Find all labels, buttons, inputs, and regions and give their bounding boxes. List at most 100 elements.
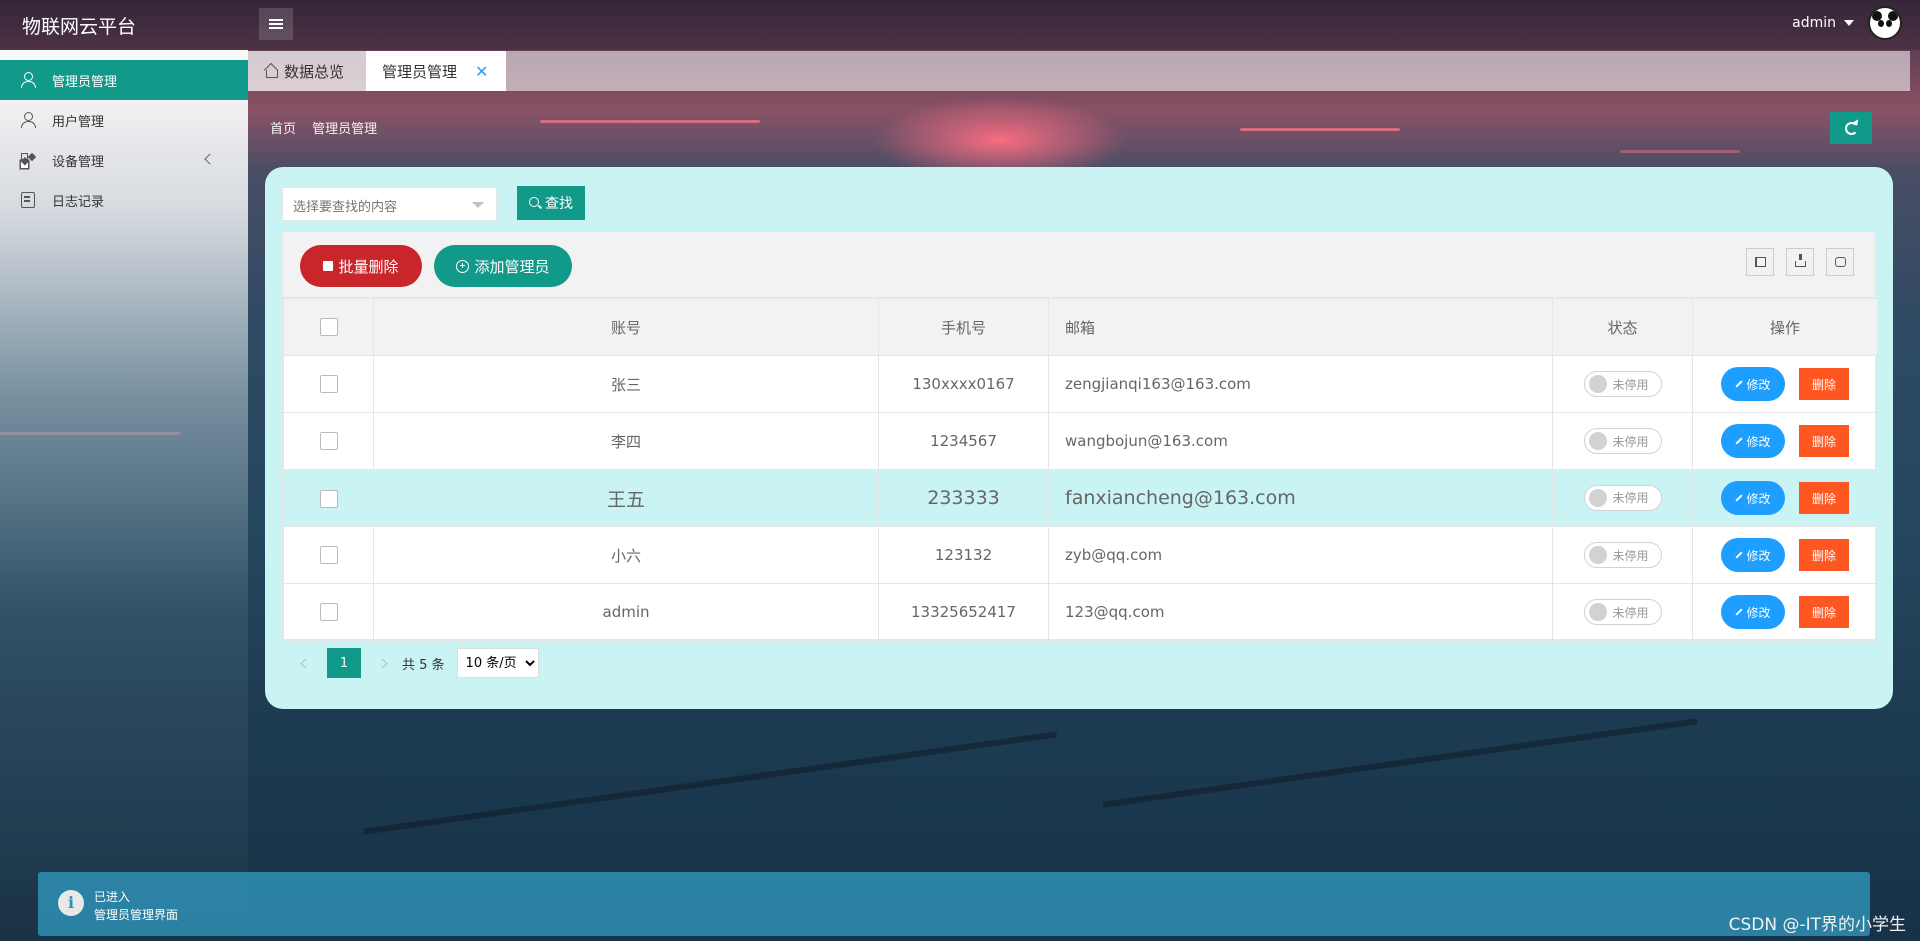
tab-bar: 数据总览 管理员管理 ✕ <box>248 51 1910 91</box>
toggle-knob <box>1588 603 1607 621</box>
status-toggle[interactable]: 未停用 <box>1583 599 1662 625</box>
row-checkbox[interactable] <box>319 603 338 622</box>
add-admin-button[interactable]: 添加管理员 <box>434 245 572 287</box>
caret-down-icon[interactable] <box>1844 20 1854 26</box>
edit-label: 修改 <box>1746 605 1771 620</box>
sidebar-item-label: 管理员管理 <box>52 74 118 90</box>
menu-toggle-button[interactable] <box>259 8 293 40</box>
page-size-select[interactable]: 10 条/页 <box>456 648 539 678</box>
edit-button[interactable]: 修改 <box>1721 538 1785 572</box>
username[interactable]: admin <box>1792 15 1836 31</box>
total-count: 共 5 条 <box>402 657 445 673</box>
avatar[interactable] <box>1868 6 1902 40</box>
table-row: 李四 1234567 wangbojun@163.com 未停用 修改 删除 <box>283 412 1878 470</box>
edit-button[interactable]: 修改 <box>1721 424 1785 458</box>
export-icon[interactable] <box>1786 248 1814 276</box>
pencil-icon <box>1735 551 1744 559</box>
account-cell: 李四 <box>373 412 879 470</box>
phone-cell: 130xxxx0167 <box>878 355 1049 413</box>
notification-toast: i 已进入 管理员管理界面 <box>38 872 1870 936</box>
chevron-left-icon[interactable] <box>204 153 216 165</box>
delete-button[interactable]: 删除 <box>1799 482 1849 514</box>
table-row: admin 13325652417 123@qq.com 未停用 修改 删除 <box>283 583 1878 641</box>
sidebar-item-label: 设备管理 <box>52 154 105 170</box>
status-toggle[interactable]: 未停用 <box>1583 542 1662 568</box>
pencil-icon <box>1735 608 1744 616</box>
refresh-button[interactable] <box>1830 112 1872 144</box>
column-header-phone: 手机号 <box>878 298 1049 356</box>
tab-data-overview[interactable]: 数据总览 <box>248 51 366 91</box>
status-label: 未停用 <box>1612 434 1649 449</box>
delete-button[interactable]: 删除 <box>1799 368 1849 400</box>
row-checkbox[interactable] <box>319 432 338 451</box>
toggle-knob <box>1588 488 1607 507</box>
notification-title: 已进入 <box>94 890 131 904</box>
add-admin-label: 添加管理员 <box>474 257 550 276</box>
pencil-icon <box>1735 380 1744 388</box>
account-cell: admin <box>373 583 879 641</box>
plus-circle-icon <box>456 259 470 273</box>
select-all-checkbox[interactable] <box>319 318 338 337</box>
row-checkbox[interactable] <box>319 546 338 565</box>
user-menu[interactable]: admin <box>1792 6 1902 40</box>
tab-label: 管理员管理 <box>382 62 458 81</box>
sidebar-item-logs[interactable]: 日志记录 <box>0 180 248 220</box>
select-all-cell <box>283 298 374 356</box>
sidebar-item-admin-management[interactable]: 管理员管理 <box>0 60 248 100</box>
column-filter-icon[interactable] <box>1746 248 1774 276</box>
refresh-icon <box>1844 121 1858 135</box>
page-number-current[interactable]: 1 <box>327 648 361 678</box>
table-row: 张三 130xxxx0167 zengjianqi163@163.com 未停用… <box>283 355 1878 413</box>
delete-button[interactable]: 删除 <box>1799 539 1849 571</box>
search-button[interactable]: 查找 <box>517 186 585 220</box>
status-toggle[interactable]: 未停用 <box>1583 428 1662 454</box>
delete-button[interactable]: 删除 <box>1799 425 1849 457</box>
pencil-icon <box>1735 437 1744 445</box>
device-grid-icon <box>20 152 36 168</box>
status-toggle[interactable]: 未停用 <box>1583 371 1662 397</box>
admin-table-container: 批量删除 添加管理员 账号 手机号 邮箱 状态 操作 张三 130xxxx016… <box>282 231 1878 641</box>
column-header-email: 邮箱 <box>1048 298 1553 356</box>
email-cell: zyb@qq.com <box>1048 526 1553 584</box>
pagination: 1 共 5 条 10 条/页 <box>282 648 539 678</box>
breadcrumb: 首页 管理员管理 <box>270 118 389 137</box>
status-toggle[interactable]: 未停用 <box>1583 484 1662 511</box>
edit-button[interactable]: 修改 <box>1721 367 1785 401</box>
phone-cell: 123132 <box>878 526 1049 584</box>
phone-cell: 13325652417 <box>878 583 1049 641</box>
breadcrumb-home[interactable]: 首页 <box>270 122 296 137</box>
column-header-account: 账号 <box>373 298 879 356</box>
search-button-label: 查找 <box>545 196 573 212</box>
app-logo: 物联网云平台 <box>22 16 137 38</box>
home-icon <box>264 65 278 78</box>
search-select[interactable]: 选择要查找的内容 <box>282 187 497 221</box>
edit-label: 修改 <box>1746 491 1771 506</box>
account-cell: 王五 <box>373 469 879 527</box>
next-page-icon[interactable] <box>377 658 388 668</box>
account-cell: 小六 <box>373 526 879 584</box>
row-checkbox[interactable] <box>319 375 338 394</box>
edit-button[interactable]: 修改 <box>1721 481 1785 515</box>
tab-admin-management[interactable]: 管理员管理 ✕ <box>366 51 506 91</box>
sidebar-item-user-management[interactable]: 用户管理 <box>0 100 248 140</box>
top-header: 物联网云平台 admin <box>0 0 1920 50</box>
pencil-icon <box>1735 494 1744 502</box>
print-icon[interactable] <box>1826 248 1854 276</box>
user-icon <box>20 72 36 88</box>
delete-button[interactable]: 删除 <box>1799 596 1849 628</box>
row-checkbox[interactable] <box>319 489 338 508</box>
breadcrumb-row: 首页 管理员管理 <box>248 106 1910 146</box>
toggle-knob <box>1588 546 1607 564</box>
batch-delete-button[interactable]: 批量删除 <box>300 245 422 287</box>
status-label: 未停用 <box>1612 491 1649 505</box>
prev-page-icon[interactable] <box>300 658 311 668</box>
tab-label: 数据总览 <box>284 62 345 81</box>
column-header-status: 状态 <box>1552 298 1693 356</box>
phone-cell: 1234567 <box>878 412 1049 470</box>
watermark: CSDN @-IT界的小学生 <box>1728 915 1906 935</box>
edit-button[interactable]: 修改 <box>1721 595 1785 629</box>
sidebar-item-device-management[interactable]: 设备管理 <box>0 140 248 180</box>
info-icon: i <box>58 890 84 916</box>
close-icon[interactable]: ✕ <box>475 62 488 81</box>
notification-body: 管理员管理界面 <box>94 908 179 922</box>
